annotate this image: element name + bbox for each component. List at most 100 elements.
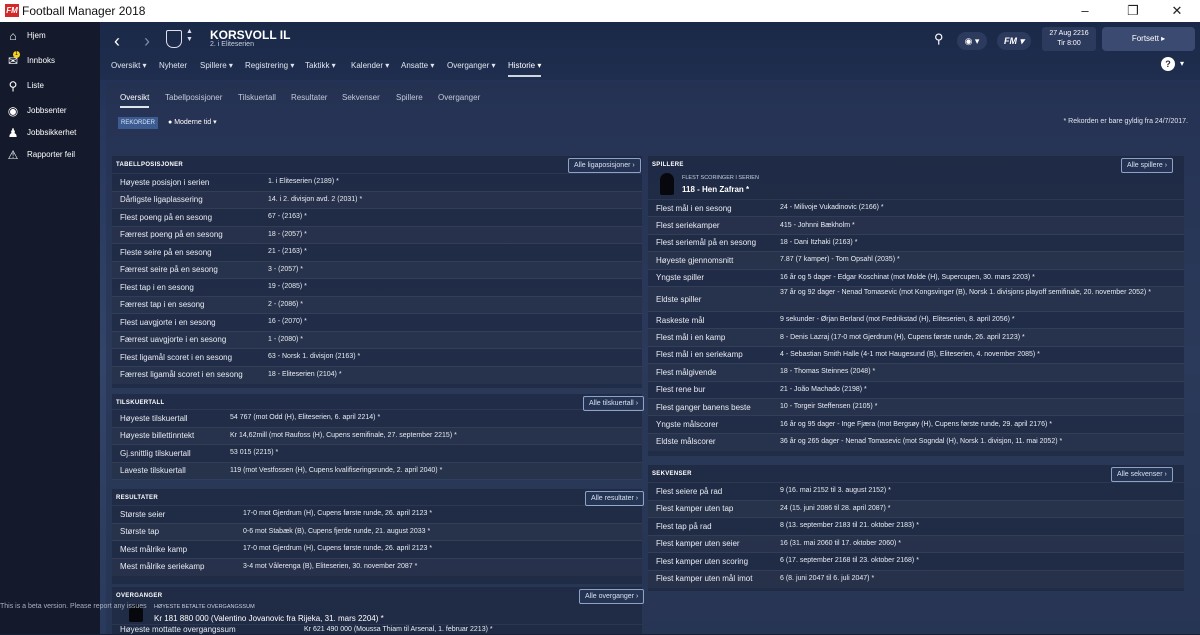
club-switch-icon[interactable]: ▲ ▼ [186, 28, 193, 44]
sidebar-item-jobbsenter[interactable]: ◉ Jobbsenter [0, 99, 100, 123]
tab-sekvenser[interactable]: Sekvenser [342, 93, 380, 102]
tab-overganger[interactable]: Overganger [438, 93, 480, 102]
record-value[interactable]: 9 sekunder - Ørjan Berland (mot Fredriks… [780, 316, 1180, 323]
menu-kalender[interactable]: Kalender ▾ [351, 61, 389, 75]
all-sequences-button[interactable]: Alle sekvenser › [1111, 467, 1173, 482]
button-label: Alle resultater [591, 495, 634, 502]
record-value[interactable]: Kr 621 490 000 (Moussa Thiam til Arsenal… [304, 626, 674, 633]
record-value[interactable]: 17-0 mot Gjerdrum (H), Cupens første run… [243, 510, 613, 517]
rekorder-button[interactable]: REKORDER [118, 117, 158, 129]
record-value[interactable]: 67 - (2163) * [268, 213, 638, 220]
menu-overganger[interactable]: Overganger ▾ [447, 61, 495, 75]
record-value[interactable]: 7.87 (7 kamper) - Tom Opsahl (2035) * [780, 256, 1180, 263]
record-value[interactable]: 18 - Eliteserien (2104) * [268, 371, 638, 378]
panel-overganger: OVERGANGER Alle overganger › HØYESTE BET… [112, 587, 645, 634]
people-icon: ♟ [7, 126, 19, 140]
sidebar-item-jobbsikkerhet[interactable]: ♟ Jobbsikkerhet [0, 121, 100, 145]
time-line: Tir 8:00 [1057, 40, 1081, 47]
globe-dropdown-icon[interactable]: ◉ ▾ [957, 32, 987, 50]
record-value[interactable]: 18 - (2057) * [268, 231, 638, 238]
help-icon[interactable]: ? [1161, 57, 1175, 71]
back-icon[interactable]: ‹ [114, 31, 120, 52]
record-value[interactable]: 17-0 mot Gjerdrum (H), Cupens første run… [243, 545, 613, 552]
record-value[interactable]: 6 (17. september 2168 til 23. oktober 21… [780, 557, 1150, 564]
record-label: Dårligste ligaplassering [120, 195, 203, 205]
record-value[interactable]: 18 - Thomas Steinnes (2048) * [780, 368, 1180, 375]
all-league-positions-button[interactable]: Alle ligaposisjoner › [568, 158, 641, 173]
sidebar-item-liste[interactable]: ⚲ Liste [0, 74, 100, 98]
record-value[interactable]: 4 - Sebastian Smith Halle (4-1 mot Hauge… [780, 351, 1180, 358]
record-value[interactable]: 16 år og 5 dager - Edgar Koschinat (mot … [780, 274, 1180, 281]
maximize-icon[interactable]: ❐ [1110, 0, 1156, 22]
fm-menu-button[interactable]: FM ▾ [997, 32, 1031, 50]
record-value[interactable]: 3-4 mot Vålerenga (B), Eliteserien, 30. … [243, 563, 613, 570]
tab-resultater[interactable]: Resultater [291, 93, 327, 102]
table-row: Flest rene bur 21 - João Machado (2198) * [648, 380, 1184, 399]
menu-oversikt[interactable]: Oversikt ▾ [111, 61, 147, 75]
table-row: Færrest seire på en sesong 3 - (2057) * [112, 260, 642, 280]
record-label: Færrest poeng på en sesong [120, 230, 223, 240]
record-value[interactable]: 18 - Dani Itzhaki (2163) * [780, 239, 1180, 246]
menu-historie[interactable]: Historie ▾ [508, 61, 542, 77]
tab-tabellposisjoner[interactable]: Tabellposisjoner [165, 93, 222, 102]
help-dropdown-icon[interactable]: ▾ [1180, 59, 1184, 68]
menu-taktikk[interactable]: Taktikk ▾ [305, 61, 336, 75]
record-value[interactable]: 21 - (2163) * [268, 248, 638, 255]
content-area: Oversikt Tabellposisjoner Tilskuertall R… [106, 82, 1200, 634]
minimize-icon[interactable]: – [1062, 0, 1108, 22]
record-value[interactable]: 63 - Norsk 1. divisjon (2163) * [268, 353, 638, 360]
continue-button[interactable]: Fortsett ▸ [1102, 27, 1195, 51]
record-value[interactable]: 19 - (2085) * [268, 283, 638, 290]
menu-ansatte[interactable]: Ansatte ▾ [401, 61, 434, 75]
forward-icon[interactable]: › [144, 31, 150, 52]
record-value[interactable]: 24 - Milivoje Vukadinovic (2166) * [780, 204, 1180, 211]
tab-oversikt[interactable]: Oversikt [120, 93, 150, 108]
record-value[interactable]: 8 (13. september 2183 til 21. oktober 21… [780, 522, 1150, 529]
tab-spillere[interactable]: Spillere [396, 93, 423, 102]
sidebar-item-innboks[interactable]: ✉ 1 Innboks [0, 49, 100, 73]
search-icon[interactable]: ⚲ [934, 31, 944, 47]
all-players-button[interactable]: Alle spillere › [1121, 158, 1174, 173]
record-value[interactable]: 1. i Eliteserien (2189) * [268, 178, 638, 185]
record-value[interactable]: 14. i 2. divisjon avd. 2 (2031) * [268, 196, 638, 203]
panel-title: SPILLERE [652, 162, 684, 168]
record-label: Mest målrike seriekamp [120, 562, 205, 572]
record-value[interactable]: 9 (16. mai 2152 til 3. august 2152) * [780, 487, 1150, 494]
record-value[interactable]: 10 - Torgeir Steffensen (2105) * [780, 403, 1180, 410]
record-value[interactable]: 119 (mot Vestfossen (H), Cupens kvalifis… [230, 467, 600, 474]
record-value[interactable]: Kr 14,62mill (mot Raufoss (H), Cupens se… [230, 432, 600, 439]
record-value[interactable]: 0-6 mot Stabæk (B), Cupens fjerde runde,… [243, 528, 613, 535]
all-transfers-button[interactable]: Alle overganger › [579, 589, 645, 604]
record-value[interactable]: 8 - Denis Lazraj (17-0 mot Gjerdrum (H),… [780, 334, 1180, 341]
record-value[interactable]: 3 - (2057) * [268, 266, 638, 273]
search-icon: ⚲ [8, 79, 18, 93]
sidebar-item-hjem[interactable]: ⌂ Hjem [0, 24, 100, 48]
record-value[interactable]: 2 - (2086) * [268, 301, 638, 308]
club-name[interactable]: KORSVOLL IL [210, 28, 290, 42]
record-value[interactable]: 1 - (2080) * [268, 336, 638, 343]
record-value[interactable]: 53 015 (2215) * [230, 449, 600, 456]
sidebar-item-rapporter-feil[interactable]: ⚠ Rapporter feil [0, 143, 100, 167]
record-value[interactable]: 16 (31. mai 2060 til 17. oktober 2060) * [780, 540, 1150, 547]
table-row: Flest seriemål på en sesong 18 - Dani Itz… [648, 233, 1184, 252]
date-display: 27 Aug 2216 Tir 8:00 [1042, 27, 1096, 51]
all-results-button[interactable]: Alle resultater › [585, 491, 645, 506]
record-value[interactable]: 24 (15. juni 2086 til 28. april 2087) * [780, 505, 1150, 512]
tab-tilskuertall[interactable]: Tilskuertall [238, 93, 276, 102]
menu-spillere[interactable]: Spillere ▾ [200, 61, 233, 75]
menu-registrering[interactable]: Registrering ▾ [245, 61, 294, 75]
record-value[interactable]: 21 - João Machado (2198) * [780, 386, 1180, 393]
record-value[interactable]: 37 år og 92 dager - Nenad Tomasevic (mot… [780, 289, 1180, 296]
record-value[interactable]: 54 767 (mot Odd (H), Eliteserien, 6. apr… [230, 414, 600, 421]
home-icon: ⌂ [9, 29, 17, 43]
record-value[interactable]: 16 år og 95 dager - Inge Fjæra (mot Berg… [780, 421, 1180, 428]
record-value[interactable]: 415 - Johnni Bækholm * [780, 222, 1180, 229]
button-label: Alle tilskuertall [589, 400, 634, 407]
menu-nyheter[interactable]: Nyheter [159, 61, 187, 75]
record-value[interactable]: 6 (8. juni 2047 til 6. juli 2047) * [780, 575, 1150, 582]
close-icon[interactable]: ✕ [1154, 0, 1200, 22]
record-value[interactable]: 16 - (2070) * [268, 318, 638, 325]
record-value[interactable]: 36 år og 265 dager - Nenad Tomasevic (mo… [780, 438, 1180, 445]
time-filter-dropdown[interactable]: ● Moderne tid ▾ [168, 118, 217, 126]
table-row: Flest seriekamper 415 - Johnni Bækholm * [648, 216, 1184, 234]
